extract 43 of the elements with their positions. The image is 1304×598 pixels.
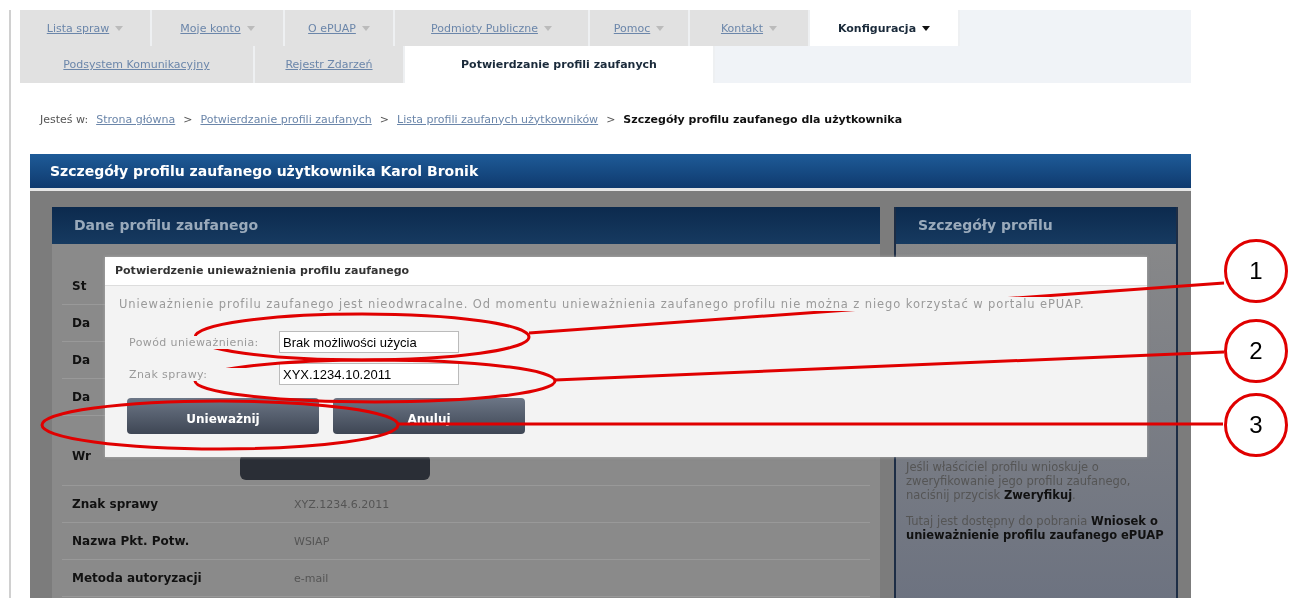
row-label: Da — [72, 390, 91, 404]
breadcrumb-separator: > — [379, 112, 389, 126]
caret-icon — [246, 25, 255, 31]
caret-icon — [361, 25, 370, 31]
page-title: Szczegóły profilu zaufanego użytkownika Karol Bronik — [30, 154, 1191, 191]
row-label: St — [72, 279, 87, 293]
menu-tab[interactable]: Konfiguracja — [810, 10, 960, 46]
panel-title: Dane profilu zaufanego — [52, 207, 880, 244]
row-label: Znak sprawy — [72, 497, 159, 511]
dialog-message: Unieważnienie profilu zaufanego jest nieodwracalne. Od momentu unieważnienia zaufanego profilu nie można z niego korzystać w portalu ePUAP. — [119, 297, 1085, 311]
menu-tab[interactable]: Podmioty Publiczne — [395, 10, 590, 46]
callout-number: 2 — [1224, 319, 1288, 383]
breadcrumb-current: Szczegóły profilu zaufanego dla użytkownika — [623, 112, 903, 126]
submenu-tab[interactable]: Rejestr Zdarzeń — [255, 46, 405, 83]
callout-number: 1 — [1224, 239, 1288, 303]
row-label: Da — [72, 353, 91, 367]
breadcrumb-link[interactable]: Lista profili zaufanych użytkowników — [397, 112, 599, 126]
menu-tab[interactable]: O ePUAP — [285, 10, 395, 46]
breadcrumb-prefix: Jesteś w: — [40, 112, 89, 126]
caret-icon — [656, 25, 665, 31]
breadcrumb-separator: > — [606, 112, 616, 126]
input-field[interactable]: Brak możliwości użycia — [279, 331, 459, 353]
breadcrumb-link[interactable]: Strona główna — [96, 112, 176, 126]
caret-icon — [922, 25, 931, 31]
caret-icon — [543, 25, 552, 31]
menu-tab[interactable]: Kontakt — [690, 10, 810, 46]
row-label: Nazwa Pkt. Potw. — [72, 534, 190, 548]
submenu-tab[interactable]: Potwierdzanie profili zaufanych — [405, 46, 715, 83]
panel-title: Szczegóły profilu — [896, 207, 1176, 244]
menu-tab[interactable]: Moje konto — [152, 10, 285, 46]
row-label: Da — [72, 316, 91, 330]
row-label: Wr — [72, 448, 91, 463]
submenu-tab[interactable]: Podsystem Komunikacyjny — [20, 46, 255, 83]
menu-tab[interactable]: Pomoc — [590, 10, 690, 46]
caret-icon — [115, 25, 124, 31]
input-field[interactable]: XYX.1234.10.2011 — [279, 363, 459, 385]
dialog-title: Potwierdzenie unieważnienia profilu zaufanego — [105, 257, 1147, 286]
menu-tab[interactable]: Lista spraw — [20, 10, 152, 46]
breadcrumb-link[interactable]: Potwierdzanie profili zaufanych — [200, 112, 372, 126]
breadcrumb-separator: > — [183, 112, 193, 126]
row-label: Metoda autoryzacji — [72, 571, 202, 585]
callout-number: 3 — [1224, 393, 1288, 457]
caret-icon — [769, 25, 778, 31]
